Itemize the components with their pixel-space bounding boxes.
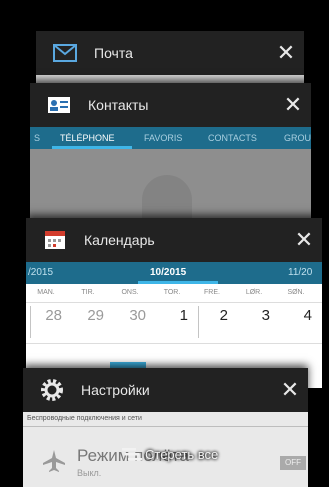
- card-title: Почта: [94, 45, 133, 61]
- card-header: Почта ✕: [36, 31, 304, 75]
- tab-contacts[interactable]: CONTACTS: [208, 127, 257, 149]
- clear-all-label: Стереть все: [145, 446, 219, 462]
- mail-icon: [50, 41, 80, 65]
- calendar-date[interactable]: 2: [192, 307, 232, 324]
- weekday-label: MAN.: [37, 289, 55, 296]
- card-title: Настройки: [81, 382, 150, 398]
- airplane-mode-status: Выкл.: [77, 468, 102, 478]
- calendar-date[interactable]: 30: [110, 307, 150, 324]
- weekday-label: LØR.: [245, 289, 263, 296]
- card-header: Контакты ✕: [30, 83, 311, 127]
- month-strip: /2015 10/2015 11/20: [26, 262, 322, 284]
- close-icon[interactable]: ✕: [286, 218, 322, 262]
- weekday-label: ONS.: [121, 289, 139, 296]
- contacts-card-icon: [44, 93, 74, 117]
- calendar-date[interactable]: 29: [68, 307, 108, 324]
- weekday-label: TOR.: [163, 289, 181, 296]
- gear-icon: [37, 378, 67, 402]
- close-icon[interactable]: ✕: [272, 368, 308, 412]
- close-icon[interactable]: ✕: [268, 31, 304, 75]
- section-header: Беспроводные подключения и сети: [27, 415, 142, 422]
- calendar-date[interactable]: 28: [26, 307, 66, 324]
- recent-app-card-calendar[interactable]: Календарь ✕ /2015 10/2015 11/20 MAN. TIR…: [26, 218, 322, 388]
- card-header: Календарь ✕: [26, 218, 322, 262]
- calendar-date[interactable]: 4: [276, 307, 316, 324]
- month-next[interactable]: 11/20: [288, 262, 312, 284]
- clear-all-icon: [122, 448, 142, 461]
- weekday-label: SØN.: [287, 289, 305, 296]
- airplane-mode-toggle[interactable]: OFF: [280, 456, 306, 470]
- divider: [23, 426, 308, 427]
- close-icon[interactable]: ✕: [275, 83, 311, 127]
- weekday-label: FRE.: [204, 289, 220, 296]
- tab-favoris[interactable]: FAVORIS: [144, 127, 182, 149]
- airplane-icon: [41, 448, 67, 474]
- weekday-label: TIR.: [81, 289, 95, 296]
- card-title: Контакты: [88, 97, 149, 113]
- contacts-tab-bar: S TÉLÉPHONE FAVORIS CONTACTS GROU: [30, 127, 311, 149]
- card-header: Настройки ✕: [23, 368, 308, 412]
- calendar-icon: [40, 228, 70, 252]
- tab-groups[interactable]: GROU: [284, 127, 311, 149]
- weekday-header: MAN. TIR. ONS. TOR. FRE. LØR. SØN.: [26, 284, 322, 303]
- tab-partial-left[interactable]: S: [34, 127, 40, 149]
- calendar-date[interactable]: 1: [152, 307, 192, 324]
- recent-app-card-settings[interactable]: Настройки ✕ Беспроводные подключения и с…: [23, 368, 308, 487]
- calendar-week-row: 28 29 30 1 2 3 4: [26, 303, 322, 344]
- clear-all-button[interactable]: Стереть все: [122, 444, 218, 464]
- calendar-date[interactable]: 3: [234, 307, 274, 324]
- card-title: Календарь: [84, 232, 155, 248]
- month-prev[interactable]: /2015: [28, 262, 53, 284]
